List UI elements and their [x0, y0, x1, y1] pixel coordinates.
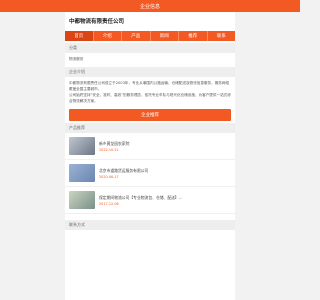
- article-title[interactable]: 保定期间物流公司【专业物流包、仓储、配送】…: [99, 195, 231, 200]
- contact-section-title: 联系方式: [65, 220, 235, 230]
- article-text: 保定期间物流公司【专业物流包、仓储、配送】… 2017-12-08: [99, 195, 231, 206]
- nav-item-intro[interactable]: 介绍: [94, 31, 122, 41]
- nav-item-home[interactable]: 首页: [65, 31, 94, 41]
- intro-text: 中都物流有限责任公司成立于2003年，专业从事国内公路运输、仓储配送及物流信息服…: [65, 77, 235, 107]
- article-text: 新乡黄龙园农家院 2022-10-21: [99, 141, 231, 152]
- list-item[interactable]: 保定期间物流公司【专业物流包、仓储、配送】… 2017-12-08: [65, 187, 235, 214]
- intro-paragraph-1: 中都物流有限责任公司成立于2003年，专业从事国内公路运输、仓储配送及物流信息服…: [69, 81, 230, 91]
- article-thumbnail: [69, 164, 95, 182]
- article-thumbnail: [69, 137, 95, 155]
- company-name: 中都物流有限责任公司: [69, 19, 125, 25]
- article-date: 2022-10-21: [99, 147, 119, 152]
- category-section-title: 分类: [65, 43, 235, 53]
- category-value: 物流服务: [69, 57, 84, 61]
- nav-item-products[interactable]: 产品: [122, 31, 151, 41]
- nav-item-contact[interactable]: 联系: [208, 31, 236, 41]
- article-date: 2020-06-17: [99, 174, 119, 179]
- article-title[interactable]: 新乡黄龙园农家院: [99, 141, 231, 146]
- intro-section-title: 企业介绍: [65, 67, 235, 77]
- main-container: 中都物流有限责任公司 首页 介绍 产品 新闻 推荐 联系 分类 物流服务 企业介…: [65, 12, 235, 300]
- intro-paragraph-2: 公司始终坚持“安全、准时、高效”的服务理念，依托专业车队与现代化仓储设施，为客户…: [69, 93, 231, 103]
- article-title[interactable]: 北京市道路货运服务有限公司: [99, 168, 231, 173]
- list-item[interactable]: 北京市道路货运服务有限公司 2020-06-17: [65, 160, 235, 187]
- nav-item-recommend[interactable]: 推荐: [179, 31, 208, 41]
- company-recommend-button[interactable]: 企业推荐: [69, 109, 231, 121]
- nav-item-news[interactable]: 新闻: [151, 31, 179, 41]
- main-nav: 首页 介绍 产品 新闻 推荐 联系: [65, 31, 235, 41]
- article-date: 2017-12-08: [99, 201, 119, 206]
- news-section-title: 产品推荐: [65, 123, 235, 133]
- header-title: 企业信息: [139, 3, 160, 10]
- article-text: 北京市道路货运服务有限公司 2020-06-17: [99, 168, 231, 179]
- list-item[interactable]: 新乡黄龙园农家院 2022-10-21: [65, 133, 235, 160]
- article-thumbnail: [69, 191, 95, 209]
- top-header-bar: 企业信息: [0, 0, 300, 12]
